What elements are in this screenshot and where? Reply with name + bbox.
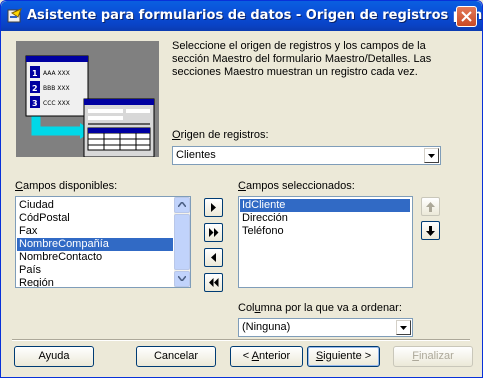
- chevron-down-icon: [428, 154, 435, 158]
- button-separator: [12, 339, 470, 341]
- step-description: Seleccione el origen de registros y los …: [172, 40, 432, 78]
- list-item[interactable]: Región: [17, 277, 175, 287]
- wizard-body: 1 2 3 AAA XXX BBB XXX CCC XXX Seleccione…: [4, 31, 479, 374]
- diagram-row-2-number: 2: [32, 84, 38, 93]
- cancel-button[interactable]: Cancelar: [136, 346, 216, 367]
- list-item[interactable]: Dirección: [240, 212, 410, 225]
- record-source-dropdown-button[interactable]: [424, 148, 439, 163]
- remove-field-button[interactable]: [204, 248, 223, 267]
- selected-fields-list[interactable]: IdCliente Dirección Teléfono: [238, 196, 413, 288]
- close-button[interactable]: [456, 6, 477, 27]
- sort-column-dropdown-button[interactable]: [396, 320, 411, 335]
- chevron-down-icon: [178, 276, 186, 281]
- diagram-row-2-text: BBB XXX: [43, 85, 70, 92]
- available-fields-scrollbar[interactable]: [174, 197, 190, 287]
- window-title: Asistente para formularios de datos - Or…: [27, 8, 483, 23]
- list-item[interactable]: Ciudad: [17, 199, 175, 212]
- list-item-selected[interactable]: NombreCompañía: [17, 238, 173, 251]
- available-fields-label: Campos disponibles:: [15, 180, 118, 192]
- arrow-up-icon: [426, 202, 435, 212]
- list-item[interactable]: Fax: [17, 225, 175, 238]
- double-arrow-left-icon: [209, 278, 219, 287]
- chevron-up-icon: [178, 202, 186, 207]
- wizard-illustration: 1 2 3 AAA XXX BBB XXX CCC XXX: [16, 41, 159, 158]
- record-source-value: Clientes: [176, 149, 216, 161]
- remove-all-fields-button[interactable]: [204, 273, 223, 292]
- list-item[interactable]: Teléfono: [240, 225, 410, 238]
- finish-button[interactable]: Finalizar: [393, 346, 473, 367]
- scroll-up-button[interactable]: [174, 197, 190, 213]
- wizard-window: Asistente para formularios de datos - Or…: [0, 0, 483, 378]
- diagram-row-1-number: 1: [32, 69, 38, 78]
- form-wizard-icon: [7, 8, 22, 23]
- master-detail-diagram: 1 2 3 AAA XXX BBB XXX CCC XXX: [25, 55, 155, 158]
- next-button[interactable]: Siguiente >: [307, 346, 380, 367]
- sort-column-label: Columna por la que va a ordenar:: [238, 302, 402, 314]
- arrow-right-icon: [211, 203, 216, 212]
- add-field-button[interactable]: [204, 198, 223, 217]
- list-item[interactable]: País: [17, 264, 175, 277]
- record-source-select[interactable]: Clientes: [172, 146, 441, 165]
- arrow-left-icon: [211, 253, 216, 262]
- diagram-row-1-text: AAA XXX: [43, 70, 70, 77]
- list-item[interactable]: NombreContacto: [17, 251, 175, 264]
- add-all-fields-button[interactable]: [204, 223, 223, 242]
- back-button[interactable]: < Anterior: [230, 346, 303, 367]
- list-item-selected[interactable]: IdCliente: [240, 199, 410, 212]
- scroll-thumb[interactable]: [174, 214, 190, 270]
- scroll-down-button[interactable]: [174, 271, 190, 287]
- available-fields-list[interactable]: Ciudad CódPostal Fax NombreCompañía Nomb…: [15, 196, 191, 288]
- move-up-button[interactable]: [421, 197, 440, 216]
- diagram-row-3-number: 3: [32, 99, 38, 108]
- move-down-button[interactable]: [421, 221, 440, 240]
- title-bar[interactable]: Asistente para formularios de datos - Or…: [1, 1, 482, 31]
- selected-fields-label: Campos seleccionados:: [238, 180, 355, 192]
- sort-column-value: (Ninguna): [242, 321, 291, 333]
- sort-column-select[interactable]: (Ninguna): [238, 318, 413, 337]
- chevron-down-icon: [400, 326, 407, 330]
- record-source-label: Origen de registros:: [172, 129, 269, 141]
- list-item[interactable]: CódPostal: [17, 212, 175, 225]
- help-button[interactable]: Ayuda: [14, 346, 94, 367]
- double-arrow-right-icon: [209, 228, 219, 237]
- close-icon: [461, 11, 472, 22]
- arrow-down-icon: [426, 226, 435, 236]
- diagram-row-3-text: CCC XXX: [43, 100, 70, 107]
